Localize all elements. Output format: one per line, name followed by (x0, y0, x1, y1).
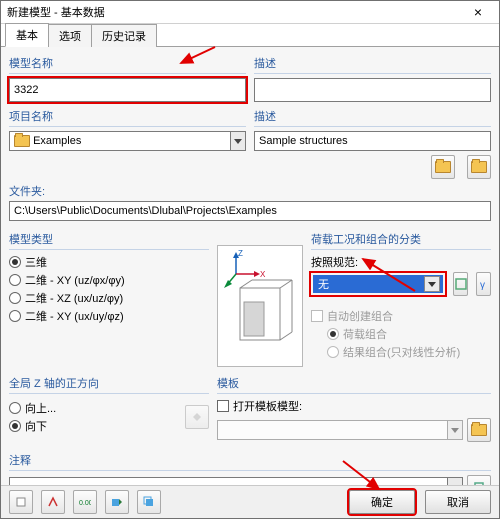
comment-label: 注释 (9, 452, 491, 468)
titlebar: 新建模型 - 基本数据 × (1, 1, 499, 24)
standard-combo[interactable]: 无 (313, 275, 443, 293)
model-name-input[interactable]: 3322 (9, 78, 246, 102)
project-desc-value: Sample structures (259, 135, 348, 147)
description-input[interactable] (254, 78, 491, 102)
tab-history[interactable]: 历史记录 (91, 24, 157, 47)
model-preview: X Z (217, 245, 303, 367)
standard-settings-button[interactable] (453, 272, 468, 296)
folder-path-value: C:\Users\Public\Documents\Dlubal\Project… (14, 205, 277, 217)
tab-basic[interactable]: 基本 (5, 23, 49, 47)
radio-2d-xz[interactable]: 二维 - XZ (ux/uz/φy) (9, 290, 209, 306)
project-name-value: Examples (33, 135, 81, 147)
project-name-label: 项目名称 (9, 108, 246, 124)
footer-btn-3[interactable]: 0.00 (73, 490, 97, 514)
window-title: 新建模型 - 基本数据 (7, 4, 463, 20)
radio-load-combo: 荷载组合 (327, 326, 491, 342)
project-desc-input[interactable]: Sample structures (254, 131, 491, 151)
folder-browse-button[interactable] (467, 155, 491, 179)
tab-strip: 基本 选项 历史记录 (1, 24, 499, 47)
chevron-down-icon[interactable] (424, 276, 440, 292)
description-label: 描述 (254, 55, 491, 71)
project-desc-label: 描述 (254, 108, 491, 124)
chevron-down-icon[interactable] (230, 131, 246, 151)
radio-result-combo: 结果组合(只对线性分析) (327, 344, 491, 360)
cancel-button[interactable]: 取消 (425, 490, 491, 514)
footer-btn-5[interactable] (137, 490, 161, 514)
standard-info-button[interactable]: γ (476, 272, 491, 296)
load-label: 荷载工况和组合的分类 (311, 231, 491, 247)
svg-text:0.00: 0.00 (79, 500, 91, 507)
folder-icon (14, 135, 30, 147)
model-type-label: 模型类型 (9, 231, 209, 247)
chevron-down-icon (447, 420, 463, 440)
radio-z-up[interactable]: 向上... (9, 400, 177, 416)
footer-btn-4[interactable] (105, 490, 129, 514)
radio-2d-xy-1[interactable]: 二维 - XY (uz/φx/φy) (9, 272, 209, 288)
folder-path-input[interactable]: C:\Users\Public\Documents\Dlubal\Project… (9, 201, 491, 221)
zaxis-preview-button (185, 405, 209, 429)
radio-3d[interactable]: 三维 (9, 254, 209, 270)
check-open-template[interactable]: 打开模板模型: (217, 398, 491, 414)
svg-text:Z: Z (238, 249, 243, 258)
check-auto-combo: 自动创建组合 (311, 308, 491, 324)
radio-2d-xy-2[interactable]: 二维 - XY (ux/uy/φz) (9, 308, 209, 324)
project-name-combo[interactable]: Examples (9, 131, 246, 151)
svg-text:γ: γ (480, 280, 485, 290)
footer: 0.00 确定 取消 (1, 485, 499, 518)
radio-z-down[interactable]: 向下 (9, 418, 177, 434)
footer-btn-1[interactable] (9, 490, 33, 514)
standard-label: 按照规范: (311, 254, 491, 270)
comment-pick-button[interactable] (467, 475, 491, 485)
zaxis-label: 全局 Z 轴的正方向 (9, 375, 209, 391)
chevron-down-icon[interactable] (447, 477, 463, 485)
model-name-value: 3322 (14, 84, 38, 96)
model-name-label: 模型名称 (9, 55, 246, 71)
folder-open-button[interactable] (431, 155, 455, 179)
template-combo (217, 420, 463, 440)
svg-text:X: X (260, 270, 266, 279)
folder-label: 文件夹: (9, 183, 491, 199)
close-icon[interactable]: × (463, 5, 493, 19)
ok-button[interactable]: 确定 (349, 490, 415, 514)
standard-value: 无 (318, 276, 329, 292)
template-browse-button[interactable] (467, 418, 491, 442)
comment-combo[interactable] (9, 477, 463, 485)
tab-options[interactable]: 选项 (48, 24, 92, 47)
footer-btn-2[interactable] (41, 490, 65, 514)
template-label: 模板 (217, 375, 491, 391)
